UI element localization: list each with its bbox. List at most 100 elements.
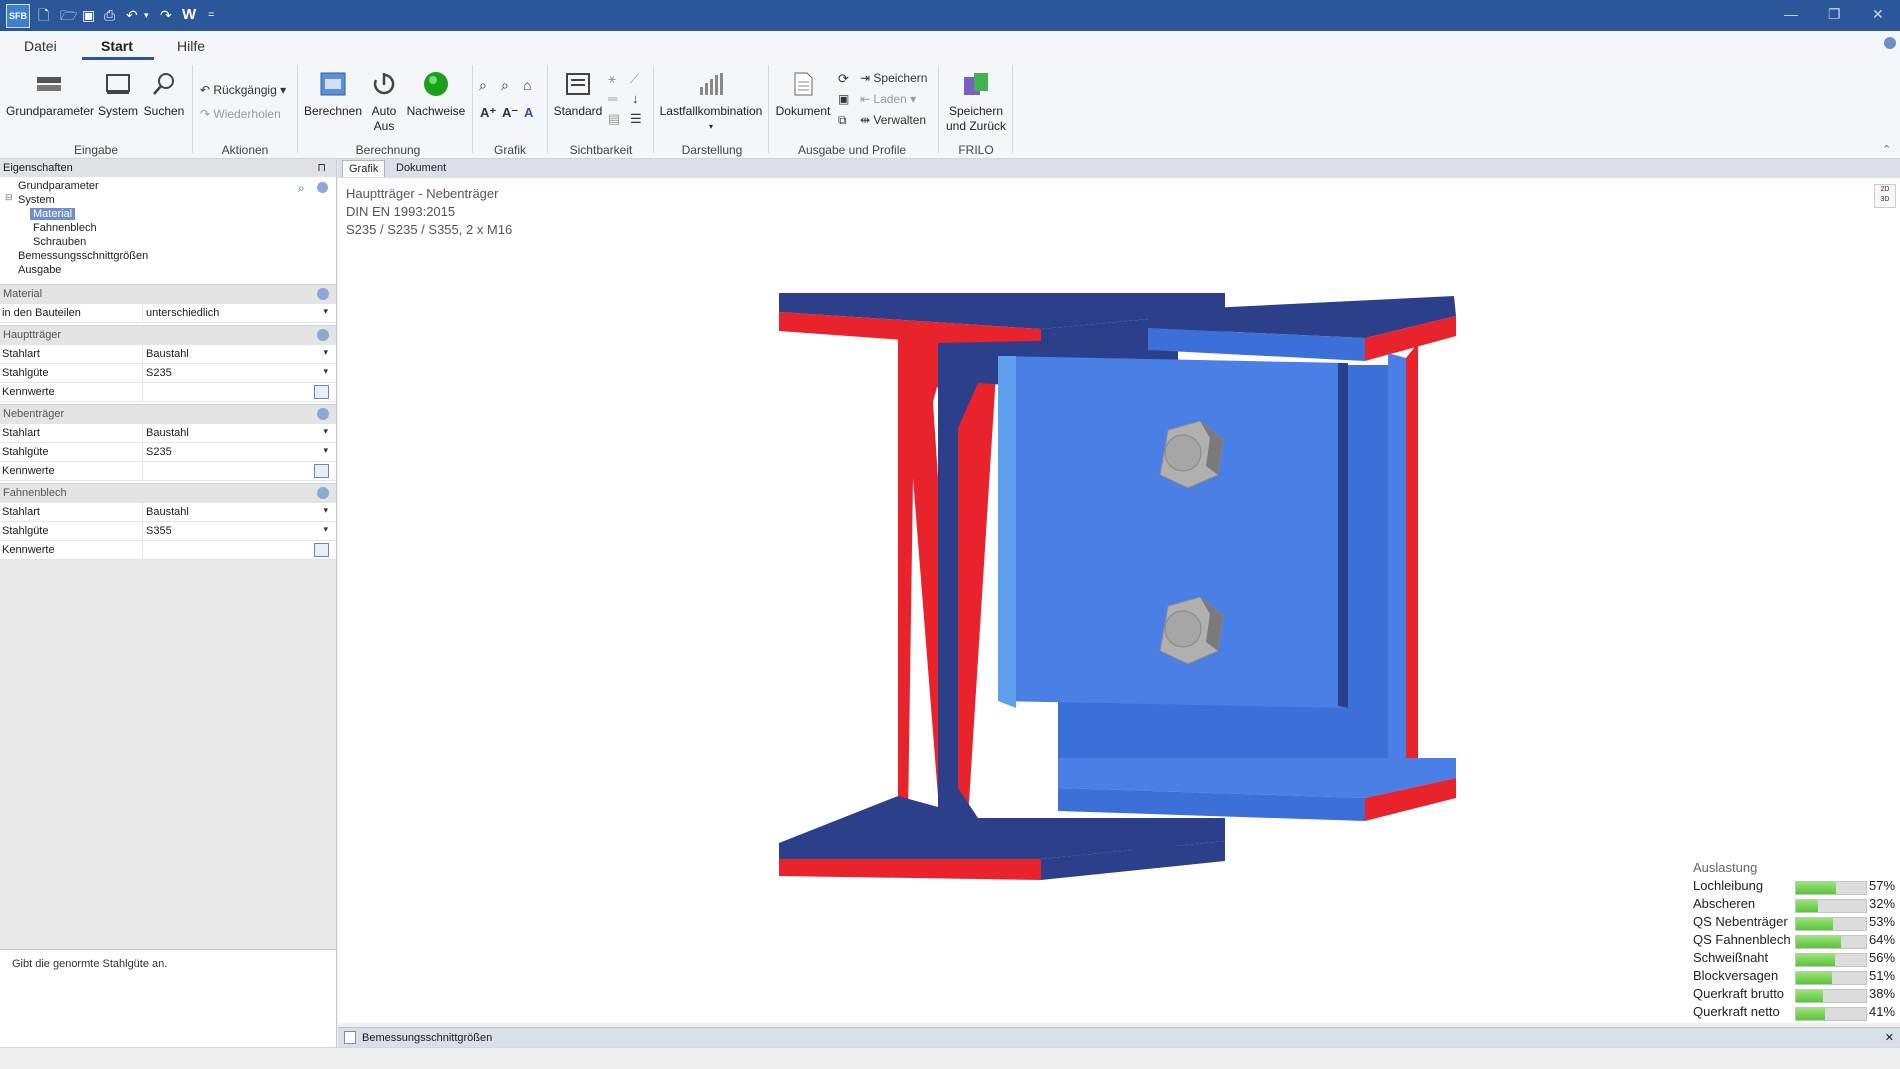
visibility-option-icon[interactable]: ═ <box>608 91 617 106</box>
edit-icon[interactable] <box>314 385 329 399</box>
dropdown-icon[interactable]: ▾ <box>323 505 328 516</box>
tree-item-bemessungsschnittgroessen[interactable]: Bemessungsschnittgrößen <box>18 250 148 262</box>
dropdown-icon[interactable]: ▾ <box>323 524 328 535</box>
tree-item-ausgabe[interactable]: Ausgabe <box>18 264 61 276</box>
undo-icon[interactable]: ↶ <box>126 6 138 24</box>
tab-bemessungsschnittgroessen[interactable]: Bemessungsschnittgrößen <box>362 1032 492 1044</box>
app-icon[interactable]: SFB <box>6 4 30 28</box>
dropdown-icon: ▾ <box>708 122 713 131</box>
manage-profile-icon: ⇹ <box>860 113 874 127</box>
berechnen-button[interactable]: Berechnen <box>303 71 363 119</box>
visibility-option-icon[interactable]: ⚹ <box>608 71 616 87</box>
collapse-icon[interactable] <box>317 288 329 300</box>
grundparameter-button[interactable]: Grundparameter <box>6 71 95 119</box>
laden-profile-button[interactable]: ⇤ Laden ▾ <box>860 92 916 106</box>
property-row[interactable]: in den Bauteilen unterschiedlich ▾ <box>0 304 336 323</box>
font-decrease-icon[interactable]: A⁻ <box>502 105 518 121</box>
tree-item-fahnenblech[interactable]: Fahnenblech <box>33 222 97 234</box>
tab-grafik[interactable]: Grafik <box>342 160 386 177</box>
property-row[interactable]: Stahlart Baustahl ▾ <box>0 503 336 522</box>
tab-hilfe[interactable]: Hilfe <box>177 38 205 54</box>
search-icon[interactable]: ⌕ <box>298 181 305 196</box>
zoom-in-icon[interactable]: ⌕ <box>479 77 487 94</box>
group-separator <box>297 65 298 153</box>
close-window-icon[interactable]: ✕ <box>1872 6 1884 23</box>
dropdown-icon[interactable]: ▾ <box>323 306 328 317</box>
refresh-icon[interactable]: ⟳ <box>838 71 849 87</box>
font-style-icon[interactable]: A <box>524 105 533 120</box>
suchen-button[interactable]: Suchen <box>142 71 186 119</box>
graphic-canvas[interactable]: Hauptträger - Nebenträger DIN EN 1993:20… <box>338 178 1900 1023</box>
home-view-icon[interactable]: ⌂ <box>523 77 531 93</box>
export-icon[interactable]: ⧉ <box>838 113 847 128</box>
property-row[interactable]: Kennwerte <box>0 383 336 402</box>
system-button[interactable]: System <box>98 71 138 119</box>
redo-icon[interactable]: ↷ <box>160 6 172 24</box>
collapse-icon[interactable] <box>317 487 329 499</box>
visibility-option-icon[interactable]: ☰ <box>630 111 642 127</box>
expand-icon[interactable]: ⊟ <box>5 192 13 203</box>
tree-item-material[interactable]: Material <box>30 208 76 220</box>
tab-datei[interactable]: Datei <box>24 38 57 54</box>
dropdown-icon[interactable]: ▾ <box>323 366 328 377</box>
minimize-icon[interactable]: — <box>1784 6 1798 22</box>
property-row[interactable]: Stahlgüte S235 ▾ <box>0 364 336 383</box>
utilization-row: QS Nebenträger 53% <box>1693 914 1898 932</box>
section-fahnenblech[interactable]: Fahnenblech <box>0 483 336 503</box>
property-row[interactable]: Stahlgüte S355 ▾ <box>0 522 336 541</box>
open-folder-icon[interactable]: 🗁 <box>60 6 77 24</box>
collapse-ribbon-icon[interactable]: ⌃ <box>1882 143 1891 156</box>
speichern-und-zurueck-button[interactable]: Speichern und Zurück <box>944 71 1008 134</box>
tab-start[interactable]: Start <box>101 38 133 54</box>
auto-aus-button[interactable]: Auto Aus <box>366 71 402 134</box>
customize-quick-access-icon[interactable]: = <box>208 6 214 24</box>
tree-item-grundparameter[interactable]: Grundparameter <box>18 180 99 192</box>
group-separator <box>653 65 654 153</box>
visibility-option-icon[interactable]: ↓ <box>632 91 639 106</box>
lastfallkombination-button[interactable]: Lastfallkombination ▾ <box>659 71 763 134</box>
property-value: S235 <box>146 367 172 379</box>
verwalten-profile-button[interactable]: ⇹ Verwalten <box>860 113 926 127</box>
nachweise-button[interactable]: Nachweise <box>404 71 468 119</box>
restore-icon[interactable]: ❐ <box>1828 6 1841 23</box>
save-icon[interactable]: ▣ <box>82 6 95 24</box>
standard-button[interactable]: Standard <box>553 71 603 119</box>
new-file-icon[interactable]: 🗋 <box>38 6 49 24</box>
property-row[interactable]: Kennwerte <box>0 541 336 560</box>
visibility-option-icon[interactable]: ▤ <box>608 111 620 127</box>
edit-icon[interactable] <box>314 464 329 478</box>
help-icon[interactable] <box>1884 37 1896 49</box>
close-panel-icon[interactable]: ✕ <box>1885 1031 1894 1044</box>
section-haupttraeger[interactable]: Hauptträger <box>0 325 336 345</box>
property-row[interactable]: Kennwerte <box>0 462 336 481</box>
dropdown-icon[interactable]: ▾ <box>323 347 328 358</box>
property-row[interactable]: Stahlart Baustahl ▾ <box>0 424 336 443</box>
speichern-profile-button[interactable]: ⇥ Speichern <box>860 71 927 85</box>
preview-icon[interactable]: ▣ <box>838 92 849 106</box>
property-row[interactable]: Stahlart Baustahl ▾ <box>0 345 336 364</box>
tree-item-system[interactable]: System <box>18 194 55 206</box>
tree-item-schrauben[interactable]: Schrauben <box>33 236 86 248</box>
tree-options-icon[interactable] <box>317 182 328 193</box>
dokument-button[interactable]: Dokument <box>774 71 832 119</box>
pin-icon[interactable]: ⊓ <box>317 161 326 174</box>
tab-dokument[interactable]: Dokument <box>390 160 452 176</box>
dropdown-icon[interactable]: ▾ <box>323 445 328 456</box>
property-row[interactable]: Stahlgüte S235 ▾ <box>0 443 336 462</box>
dropdown-icon[interactable]: ▾ <box>323 426 328 437</box>
grundparameter-label: Grundparameter <box>6 104 95 118</box>
word-export-icon[interactable]: W <box>182 6 196 24</box>
section-nebentraeger[interactable]: Nebenträger <box>0 404 336 424</box>
redo-button[interactable]: ↷ Wiederholen <box>200 107 281 121</box>
section-material[interactable]: Material <box>0 284 336 304</box>
zoom-window-icon[interactable]: ⌕ <box>501 77 509 94</box>
system-tree: Grundparameter ⊟ System Material Fahnenb… <box>0 177 336 283</box>
collapse-icon[interactable] <box>317 329 329 341</box>
collapse-icon[interactable] <box>317 408 329 420</box>
visibility-option-icon[interactable]: ⟋ <box>630 71 639 87</box>
print-icon[interactable]: ⎙ <box>104 6 115 24</box>
undo-dropdown-icon[interactable]: ▾ <box>144 6 149 24</box>
font-increase-icon[interactable]: A⁺ <box>480 105 496 121</box>
edit-icon[interactable] <box>314 543 329 557</box>
undo-button[interactable]: ↶ Rückgängig ▾ <box>200 83 286 97</box>
